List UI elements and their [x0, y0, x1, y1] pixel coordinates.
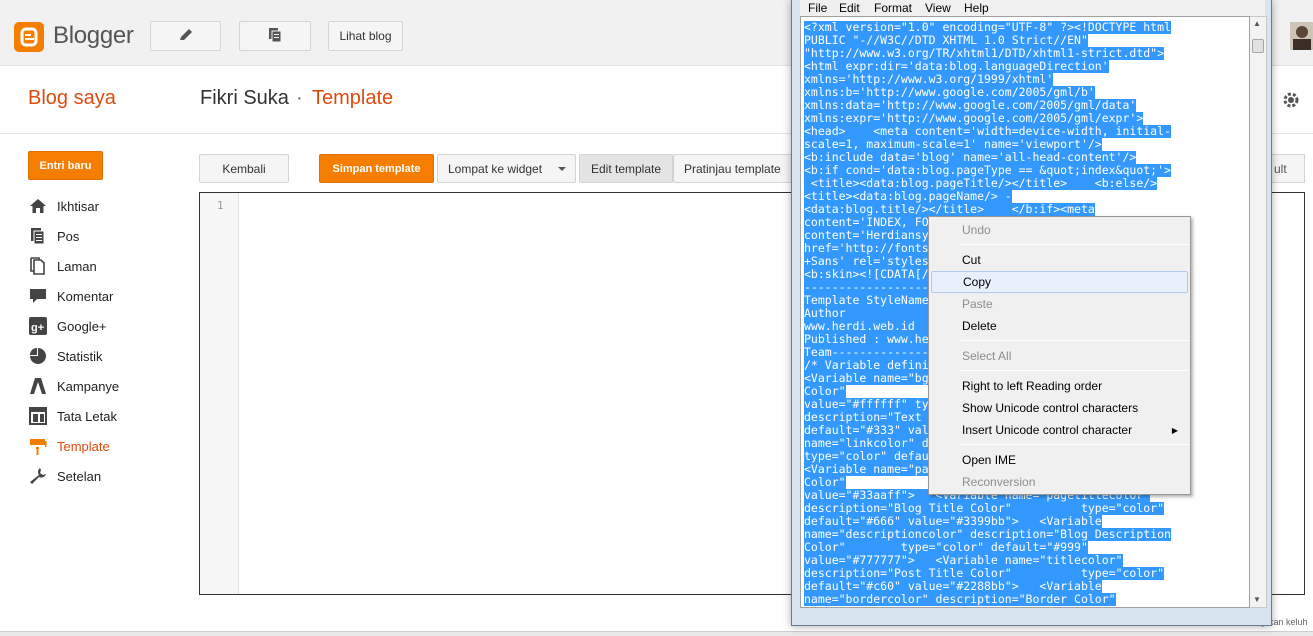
line-number: 1: [217, 199, 224, 212]
context-menu-item-delete[interactable]: Delete: [931, 315, 1188, 337]
context-menu-item-right-to-left-reading-order[interactable]: Right to left Reading order: [931, 375, 1188, 397]
sidebar-item-settings[interactable]: Setelan: [28, 465, 188, 487]
sidebar-item-posts[interactable]: Pos: [28, 225, 188, 247]
scroll-up-arrow-icon[interactable]: ▲: [1253, 19, 1261, 28]
posts-icon: [28, 226, 48, 246]
context-menu: Undo Cut Copy Paste Delete Select All Right to…: [928, 216, 1191, 495]
my-blogs-link[interactable]: Blog saya: [28, 87, 116, 110]
comment-icon: [28, 286, 48, 306]
sidebar-item-template[interactable]: Template: [28, 435, 188, 457]
back-button[interactable]: Kembali: [199, 154, 289, 183]
notepad-scrollbar[interactable]: ▲ ▼: [1250, 16, 1267, 608]
context-menu-item-open-ime[interactable]: Open IME: [931, 449, 1188, 471]
context-menu-item-show-unicode-control-characters[interactable]: Show Unicode control characters: [931, 397, 1188, 419]
notepad-menubar: File Edit Format View Help: [800, 0, 1265, 16]
context-menu-label: Delete: [962, 319, 997, 333]
avatar[interactable]: [1290, 22, 1313, 50]
line-number-gutter: 1: [200, 193, 239, 594]
posts-list-button[interactable]: [239, 21, 311, 51]
sidebar-item-label: Kampanye: [57, 378, 120, 394]
sidebar-item-label: Komentar: [57, 288, 114, 304]
context-menu-label: Show Unicode control characters: [962, 401, 1139, 415]
template-icon: [28, 436, 48, 456]
blogger-logo-icon[interactable]: [14, 22, 44, 52]
context-menu-label: Undo: [962, 223, 991, 237]
context-menu-label: Cut: [962, 253, 981, 267]
context-menu-label: Select All: [962, 349, 1012, 363]
context-menu-label: Paste: [962, 297, 993, 311]
context-menu-separator: [959, 340, 1188, 341]
sidebar-item-stats[interactable]: Statistik: [28, 345, 188, 367]
pencil-icon: [177, 26, 195, 47]
context-menu-separator: [959, 244, 1188, 245]
layout-icon: [28, 406, 48, 426]
breadcrumb-separator: ·: [296, 87, 303, 109]
sidebar-item-google-plus[interactable]: g+ Google+: [28, 315, 188, 337]
menu-format[interactable]: Format: [874, 1, 912, 15]
context-menu-item-copy[interactable]: Copy: [931, 271, 1188, 293]
edit-template-button[interactable]: Edit template: [579, 154, 673, 183]
context-menu-separator: [959, 444, 1188, 445]
save-template-button[interactable]: Simpan template: [319, 154, 434, 183]
menu-view[interactable]: View: [925, 1, 951, 15]
svg-text:g+: g+: [31, 322, 44, 334]
new-post-button[interactable]: Entri baru: [28, 151, 103, 180]
sidebar-item-label: Pos: [57, 228, 80, 244]
page-title: Template: [312, 87, 394, 109]
sidebar-item-label: Template: [57, 438, 110, 454]
context-menu-item-paste[interactable]: Paste: [931, 293, 1188, 315]
jump-to-widget-dropdown[interactable]: Lompat ke widget: [437, 154, 576, 183]
sidebar-item-label: Google+: [57, 318, 107, 334]
google-plus-icon: g+: [28, 316, 48, 336]
sidebar-item-pages[interactable]: Laman: [28, 255, 188, 277]
sidebar-item-layout[interactable]: Tata Letak: [28, 405, 188, 427]
context-menu-item-cut[interactable]: Cut: [931, 249, 1188, 271]
scroll-thumb[interactable]: [1252, 39, 1264, 53]
context-menu-separator: [959, 370, 1188, 371]
pie-chart-icon: [28, 346, 48, 366]
sidebar-item-label: Laman: [57, 258, 97, 274]
blogger-logo-text[interactable]: Blogger: [53, 22, 134, 50]
scroll-down-arrow-icon[interactable]: ▼: [1253, 595, 1261, 604]
blog-name[interactable]: Fikri Suka: [200, 87, 289, 110]
documents-icon: [266, 26, 284, 47]
menu-file[interactable]: File: [808, 1, 827, 15]
jump-to-widget-label: Lompat ke widget: [448, 161, 543, 176]
default-button-partial[interactable]: ult: [1272, 154, 1305, 183]
pages-icon: [28, 256, 48, 276]
view-blog-button[interactable]: Lihat blog: [328, 21, 403, 51]
taskbar-strip: [0, 631, 1313, 636]
wrench-icon: [28, 466, 48, 486]
context-menu-item-select-all[interactable]: Select All: [931, 345, 1188, 367]
context-menu-item-undo[interactable]: Undo: [931, 219, 1188, 241]
sidebar-item-overview[interactable]: Ikhtisar: [28, 195, 188, 217]
sidebar-item-label: Statistik: [57, 348, 103, 364]
home-icon: [28, 196, 48, 216]
sidebar-item-label: Ikhtisar: [57, 198, 99, 214]
preview-template-button[interactable]: Pratinjau template: [673, 154, 793, 183]
context-menu-item-reconversion[interactable]: Reconversion: [931, 471, 1188, 493]
context-menu-label: Right to left Reading order: [962, 379, 1103, 393]
menu-help[interactable]: Help: [964, 1, 989, 15]
notepad-text-line[interactable]: name="bordercolor" description="Border C…: [804, 593, 1116, 606]
context-menu-label: Reconversion: [962, 475, 1036, 489]
sidebar-item-label: Setelan: [57, 468, 102, 484]
context-menu-item-insert-unicode-control-character[interactable]: Insert Unicode control character ▶: [931, 419, 1188, 441]
submenu-arrow-icon: ▶: [1171, 425, 1178, 435]
sidebar-item-comments[interactable]: Komentar: [28, 285, 188, 307]
campaign-icon: [28, 376, 48, 396]
context-menu-label: Copy: [963, 275, 992, 289]
sidebar-item-label: Tata Letak: [57, 408, 117, 424]
sidebar-item-campaign[interactable]: Kampanye: [28, 375, 188, 397]
context-menu-label: Open IME: [962, 453, 1017, 467]
menu-edit[interactable]: Edit: [839, 1, 860, 15]
chevron-down-icon: [558, 167, 566, 171]
gear-icon[interactable]: [1276, 85, 1306, 115]
new-post-pencil-button[interactable]: [150, 21, 221, 51]
context-menu-label: Insert Unicode control character: [962, 423, 1133, 437]
